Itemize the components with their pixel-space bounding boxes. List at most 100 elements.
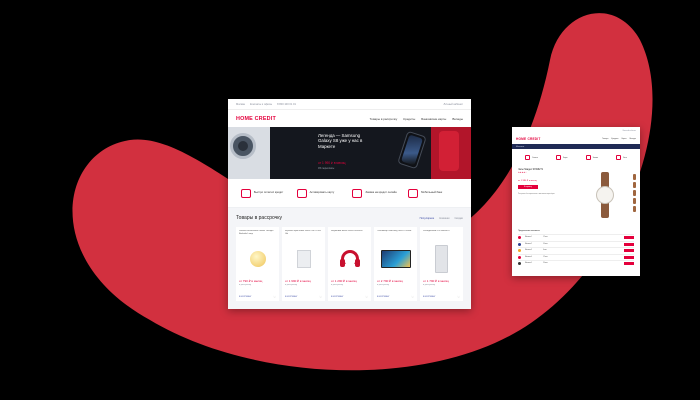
phone-number: 8 800 100 01 01 <box>277 102 296 106</box>
heart-icon[interactable]: ♡ <box>411 295 414 299</box>
feature-mobile-bank[interactable]: Мобильный банк <box>408 188 458 198</box>
features-row: Быстро оплатил кредит Активировать карту… <box>228 179 471 208</box>
product-sub: в рассрочку <box>331 284 343 286</box>
table-row: Магазин 5 24 мес <box>518 260 634 267</box>
headphones-image <box>339 250 360 268</box>
feature-activate-card[interactable]: Активировать карту <box>296 188 347 198</box>
header: HOME CREDIT Товары в рассрочку Кредиты Б… <box>228 110 471 127</box>
shop-logo-icon <box>518 249 521 253</box>
feature-item[interactable]: Банк <box>616 155 627 160</box>
console-image <box>296 250 311 268</box>
feature-item[interactable]: Карта <box>555 155 567 160</box>
nav-deposits[interactable]: Вклады <box>452 117 463 121</box>
add-to-cart-button[interactable]: В корзину <box>518 185 538 189</box>
credit-card-icon <box>525 155 531 160</box>
city-link[interactable]: Москва <box>236 103 245 106</box>
shop-logo-icon <box>518 236 521 240</box>
stage: Москва Контакты и офисы 8 800 100 01 01 … <box>0 0 700 400</box>
account-link[interactable]: Личный кабинет <box>443 103 463 106</box>
red-phone-image <box>439 131 459 171</box>
contacts-link[interactable]: Контакты и офисы <box>250 103 272 106</box>
credit-card-icon <box>240 188 251 198</box>
product-price: от 1 990 ₽ в месяц <box>518 180 537 182</box>
add-to-cart-link[interactable]: В КОРЗИНУ <box>423 296 435 298</box>
smartphone-icon <box>616 155 622 160</box>
card-check-icon <box>296 188 307 198</box>
features-row: Оплата Карта Заявка Банк <box>512 149 640 166</box>
product-price: от 2 790 ₽ в месяц <box>377 279 403 283</box>
product-card[interactable]: Умный светильник Xiaomi Yeelight Bedside… <box>236 227 279 301</box>
hero-watch-image <box>228 127 270 179</box>
nav-cards[interactable]: Карты <box>621 138 626 140</box>
product-price: от 1 290 ₽ в месяц <box>331 279 357 283</box>
product-price: от 790 ₽ в месяц <box>239 279 263 283</box>
product-cards: Умный светильник Xiaomi Yeelight Bedside… <box>236 227 463 301</box>
product-name: Часы Skagen SKW6271 <box>518 169 544 171</box>
lamp-image <box>249 251 266 267</box>
image-thumbnails[interactable] <box>633 174 636 212</box>
feature-item[interactable]: Оплата <box>525 155 538 160</box>
product-price: от 1 990 ₽ в месяц <box>285 279 311 283</box>
tab-new[interactable]: Новинки <box>439 217 449 220</box>
product-card[interactable]: Игровая приставка Xbox One S 500 Gb от 1… <box>282 227 325 301</box>
product-sub: в рассрочку <box>423 284 435 286</box>
add-to-cart-link[interactable]: В КОРЗИНУ <box>285 296 297 298</box>
heart-icon[interactable]: ♡ <box>273 295 276 299</box>
tab-sale[interactable]: Скидки <box>454 217 463 220</box>
nav-goods[interactable]: Товары <box>602 138 608 140</box>
shop-logo-icon <box>518 242 521 246</box>
home-credit-logo[interactable]: HOME CREDIT <box>236 116 276 122</box>
tab-popular[interactable]: Популярное <box>420 217 435 220</box>
tv-image <box>380 250 411 268</box>
product-detail: Часы Skagen SKW6271 ★★★★☆ от 1 990 ₽ в м… <box>512 166 640 228</box>
products-title: Товары в рассрочку <box>236 215 282 221</box>
nav-credits[interactable]: Кредиты <box>611 138 618 140</box>
heart-icon[interactable]: ♡ <box>457 295 460 299</box>
product-sub: в рассрочку <box>285 284 297 286</box>
nav-cards[interactable]: Банковские карты <box>421 117 446 121</box>
main-nav: Товары в рассрочку Кредиты Банковские ка… <box>370 117 463 121</box>
shop-logo-icon <box>518 262 521 266</box>
header: HOME CREDIT Товары Кредиты Карты Вклады <box>512 134 640 144</box>
product-sub: в рассрочку <box>377 284 389 286</box>
nav-installments[interactable]: Товары в рассрочку <box>370 117 398 121</box>
document-icon <box>585 155 591 160</box>
add-to-cart-link[interactable]: В КОРЗИНУ <box>377 296 389 298</box>
heart-icon[interactable]: ♡ <box>319 295 322 299</box>
smartphone-icon <box>408 188 419 198</box>
hero-banner[interactable]: Легенда — Samsung Galaxy S8 уже у нас в … <box>228 127 471 179</box>
buy-button[interactable] <box>624 249 634 253</box>
buy-button[interactable] <box>624 262 634 266</box>
product-card[interactable]: Телевизор Samsung UE49 Curved от 2 790 ₽… <box>374 227 417 301</box>
offers-title: Предложения магазинов <box>518 230 540 232</box>
buy-button[interactable] <box>624 242 634 246</box>
feature-apply-online[interactable]: Заявка на кредит онлайн <box>352 188 402 198</box>
products-section: Товары в рассрочку Популярное Новинки Ск… <box>228 208 471 309</box>
shop-logo-icon <box>518 255 521 259</box>
product-info: Рассрочка без переплаты в магазинах-парт… <box>518 194 555 195</box>
feature-item[interactable]: Заявка <box>585 155 598 160</box>
main-page-mockup: Москва Контакты и офисы 8 800 100 01 01 … <box>228 99 471 309</box>
rating-stars: ★★★★☆ <box>518 172 527 174</box>
product-sub: в рассрочку <box>239 284 251 286</box>
feature-pay-credit[interactable]: Быстро оплатил кредит <box>240 188 291 198</box>
product-card[interactable]: Наушники Beats Solo3 Wireless от 1 290 ₽… <box>328 227 371 301</box>
home-credit-logo[interactable]: HOME CREDIT <box>516 137 541 141</box>
product-desc: Телевизор Samsung UE49 Curved <box>377 230 412 232</box>
product-card[interactable]: Холодильник LG GA-B419 от 1 790 ₽ в меся… <box>420 227 463 301</box>
nav-deposits[interactable]: Вклады <box>630 138 636 140</box>
shops-link[interactable]: Магазины <box>516 146 524 148</box>
add-to-cart-link[interactable]: В КОРЗИНУ <box>331 296 343 298</box>
top-bar: Москва Контакты и офисы 8 800 100 01 01 … <box>228 99 471 110</box>
nav-credits[interactable]: Кредиты <box>403 117 415 121</box>
hero-title: Легенда — Samsung Galaxy S8 уже у нас в … <box>318 133 363 149</box>
products-tabs: Популярное Новинки Скидки <box>420 217 463 220</box>
buy-button[interactable] <box>624 255 634 259</box>
product-page-mockup: Личный кабинет HOME CREDIT Товары Кредит… <box>512 127 640 276</box>
add-to-cart-link[interactable]: В КОРЗИНУ <box>239 296 251 298</box>
account-link[interactable]: Личный кабинет <box>622 130 636 132</box>
product-desc: Умный светильник Xiaomi Yeelight Bedside… <box>239 230 274 235</box>
heart-icon[interactable]: ♡ <box>365 295 368 299</box>
card-check-icon <box>555 155 561 160</box>
buy-button[interactable] <box>624 236 634 240</box>
